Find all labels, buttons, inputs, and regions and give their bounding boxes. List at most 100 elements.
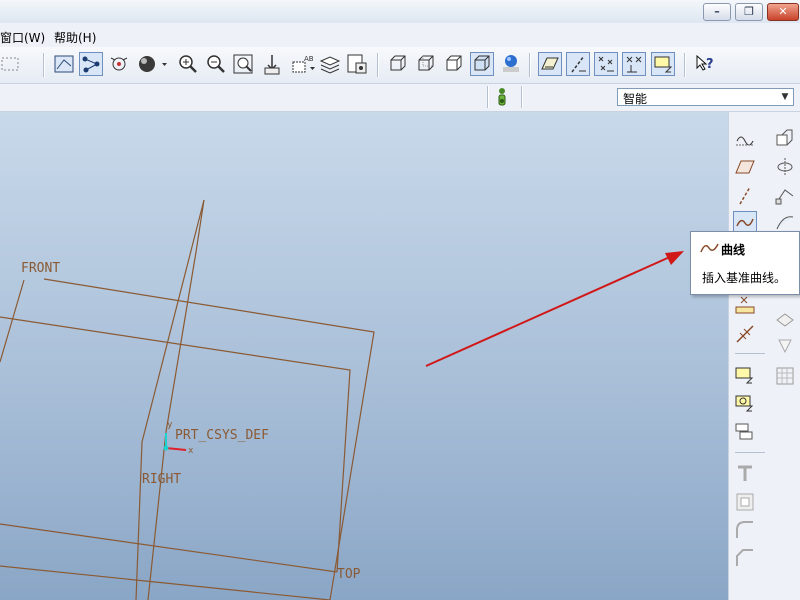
sweep-tool-button[interactable] [773,184,797,208]
shading-button[interactable] [470,52,494,76]
annotation-toggle-icon [654,56,673,73]
shell-tool-button[interactable] [773,308,797,332]
wireframe-icon [390,55,406,71]
restore-icon: ❐ [744,5,754,18]
datum-csys-tool-icon [736,325,754,343]
datum-label-right: RIGHT [142,472,182,487]
spin-center-icon [110,57,128,71]
wireframe-button[interactable] [386,52,410,76]
close-button[interactable]: ✕ [767,3,799,21]
datum-csys-tool-button[interactable] [733,322,757,346]
datum-display-icon [54,55,74,73]
axis-toggle-button[interactable] [566,52,590,76]
csys-toggle-icon [626,56,642,73]
round-tool-button[interactable] [733,518,757,542]
saved-views-icon: AB [292,55,315,73]
pattern-tool-button[interactable] [773,364,797,388]
minimize-button[interactable]: – [703,3,731,21]
menu-window[interactable]: 窗口(W) [0,29,45,46]
axis-toggle-icon [571,55,586,73]
appearance-button[interactable] [499,52,523,76]
whats-this-button[interactable]: ? [694,52,718,76]
datum-plane-front-edge[interactable] [0,279,25,363]
hole-tool-button[interactable] [733,490,757,514]
chamfer-tool-icon [736,549,753,566]
zoom-in-button[interactable] [176,52,200,76]
datum-plane-right-edge[interactable] [135,199,205,600]
reorient-button[interactable] [262,52,286,76]
annotation-arrowhead [665,251,684,265]
tooltip: 曲线 插入基准曲线。 [690,231,800,295]
datum-point-tool-button[interactable] [733,294,757,318]
annotation-arrow [425,255,673,367]
datum-plane-top-edge[interactable] [0,523,338,573]
annotation-feature-button[interactable] [733,392,757,416]
datum-display-button[interactable] [52,52,76,76]
datum-points-button[interactable] [79,52,103,76]
draft-tool-icon [778,339,792,354]
selection-filter-dropdown[interactable]: 智能 ▼ [617,88,794,106]
chamfer-tool-button[interactable] [733,546,757,570]
rib-tool-icon [738,465,752,481]
zoom-out-icon [207,55,225,73]
extrude-tool-button[interactable] [773,126,797,150]
view-manager-button[interactable] [345,52,369,76]
layers-button[interactable] [318,52,342,76]
revolve-tool-icon [777,158,793,176]
saved-views-button[interactable]: AB [290,52,315,76]
menu-bar: 窗口(W) 帮助(H) [0,23,800,48]
toolbar-separator [521,86,523,108]
datum-plane-tool-icon [735,160,755,174]
datum-plane-front-bottom-edge[interactable] [0,565,331,600]
point-toggle-icon [598,56,614,72]
toolbar-separator [735,353,765,354]
hole-tool-icon [736,493,754,511]
datum-axis-tool-button[interactable] [733,184,757,208]
title-bar: – ❐ ✕ [0,0,800,23]
revolve-tool-button[interactable] [773,155,797,179]
select-icon [1,57,30,71]
regenerate-icon [498,88,506,106]
datum-plane-right[interactable] [147,199,205,600]
sphere-view-icon [139,56,167,72]
toolbar-separator [735,452,765,453]
pattern-tool-icon [776,367,794,385]
annotation-toggle-button[interactable] [651,52,675,76]
annotation-feature-icon [735,395,754,412]
minimize-icon: – [714,5,720,18]
datum-points-icon [82,56,100,73]
analysis-feature-button[interactable] [733,364,757,388]
round-tool-icon [736,521,753,538]
toolbar-separator [487,86,489,108]
regenerate-button[interactable] [492,85,516,109]
view-manager-icon [347,54,367,74]
draft-tool-button[interactable] [773,334,797,358]
csys-toggle-button[interactable] [622,52,646,76]
graphics-area[interactable]: FRONT RIGHT TOP PRT_CSYS_DEF x y [0,112,728,600]
point-toggle-button[interactable] [594,52,618,76]
select-button[interactable] [0,52,30,76]
datum-point-tool-icon [735,296,755,314]
curve-icon [700,243,719,253]
close-icon: ✕ [778,5,788,18]
zoom-out-button[interactable] [204,52,228,76]
menu-help[interactable]: 帮助(H) [54,29,96,46]
datum-plane-top[interactable] [0,316,351,573]
hidden-line-button[interactable] [414,52,438,76]
sphere-view-button[interactable] [136,52,167,76]
tooltip-description: 插入基准曲线。 [702,271,787,285]
zoom-in-icon [179,55,197,73]
rib-tool-button[interactable] [733,462,757,486]
refit-icon [233,54,253,74]
no-hidden-button[interactable] [442,52,466,76]
extrude-tool-icon [776,129,793,146]
main-toolbar: AB ? [0,47,800,84]
restore-button[interactable]: ❐ [735,3,763,21]
note-feature-button[interactable] [733,420,757,444]
plane-toggle-button[interactable] [538,52,562,76]
spin-center-button[interactable] [107,52,131,76]
refit-button[interactable] [232,52,256,76]
sketch-tool-button[interactable] [733,126,757,150]
toolbar-separator [529,53,531,77]
datum-plane-tool-button[interactable] [733,155,757,179]
